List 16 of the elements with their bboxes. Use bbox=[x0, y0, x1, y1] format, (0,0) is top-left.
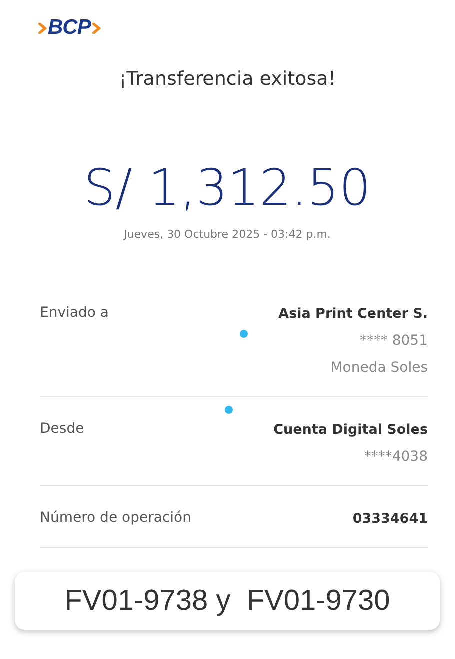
dot-icon bbox=[225, 406, 233, 414]
bcp-logo: BCP bbox=[38, 16, 101, 40]
note-text: FV01-9738 y FV01-9730 bbox=[64, 584, 390, 618]
detail-value: Cuenta Digital Soles bbox=[274, 421, 428, 440]
detail-label: Desde bbox=[40, 421, 84, 437]
detail-value: 03334641 bbox=[352, 510, 428, 529]
detail-value: ****4038 bbox=[364, 448, 428, 467]
detail-label: Enviado a bbox=[40, 305, 109, 321]
detail-value: **** 8051 bbox=[360, 332, 428, 351]
detail-value: Moneda Soles bbox=[330, 359, 428, 378]
success-title: ¡Transferencia exitosa! bbox=[118, 68, 337, 90]
dot-icon bbox=[240, 330, 248, 338]
date-time: Jueves, 30 Octubre 2025 - 03:42 p.m. bbox=[122, 228, 332, 241]
detail-label: Número de operación bbox=[40, 510, 192, 526]
amount: S/ 1,312.50 bbox=[82, 158, 372, 218]
detail-value: Asia Print Center S. bbox=[278, 305, 428, 324]
